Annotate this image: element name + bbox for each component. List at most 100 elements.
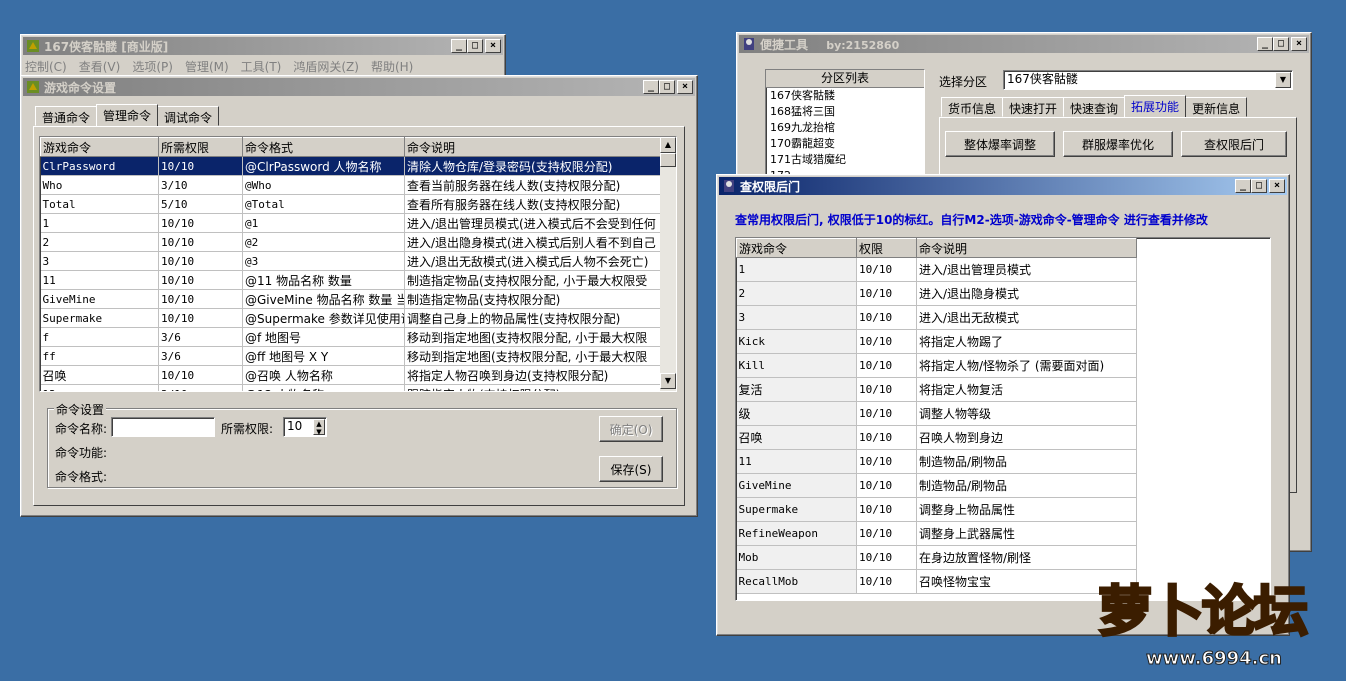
list-item[interactable]: 167侠客骷髅 [766, 88, 924, 104]
minimize-icon[interactable]: _ [643, 80, 659, 94]
check-permission-backdoor-button[interactable]: 查权限后门 [1181, 131, 1287, 157]
group-droprate-button[interactable]: 群服爆率优化 [1063, 131, 1173, 157]
table-row[interactable]: 11 10/10 制造物品/刷物品 [736, 449, 1137, 474]
table-row[interactable]: GiveMine 10/10 @GiveMine 物品名称 数量 当前 制造指定物品(… [40, 289, 661, 309]
table-row[interactable]: RecallMob 10/10 召唤怪物宝宝 [736, 569, 1137, 594]
table-row[interactable]: GiveMine 10/10 制造物品/刷物品 [736, 473, 1137, 498]
tab-admin-commands[interactable]: 管理命令 [96, 104, 159, 126]
table-row[interactable]: Kill 10/10 将指定人物/怪物杀了 (需要面对面) [736, 353, 1137, 378]
table-row[interactable]: Total 5/10 @Total 查看所有服务器在线人数(支持权限分配) [40, 194, 661, 214]
forum-logo: 萝卜论坛 www.6994.cn [1097, 579, 1328, 678]
list-item[interactable]: 169九龙抬棺 [766, 120, 924, 136]
close-icon[interactable]: × [1291, 37, 1307, 51]
table-row[interactable]: RefineWeapon 10/10 调整身上武器属性 [736, 521, 1137, 546]
table-row[interactable]: ff 3/6 @ff 地图号 X Y 移动到指定地图(支持权限分配, 小于最大权限 [40, 346, 661, 366]
tab-quick-query[interactable]: 快速查询 [1063, 97, 1126, 117]
table-row[interactable]: f 3/6 @f 地图号 移动到指定地图(支持权限分配, 小于最大权限 [40, 327, 661, 347]
tool-window-titlebar[interactable]: 便捷工具 by:2152860 _ □ × [739, 35, 1309, 53]
region-listbox[interactable]: 分区列表 167侠客骷髅 168猛将三国 169九龙抬棺 170霸龍超变 171古域猎魔… [765, 69, 925, 179]
minimize-icon[interactable]: _ [1257, 37, 1273, 51]
ok-button[interactable]: 确定(O) [599, 416, 663, 442]
cell-description: 制造物品/刷物品 [916, 449, 1137, 474]
col-header-description[interactable]: 命令说明 [916, 238, 1137, 258]
tab-extensions[interactable]: 拓展功能 [1124, 95, 1187, 117]
table-row[interactable]: 2 10/10 进入/退出隐身模式 [736, 281, 1137, 306]
cell-format: @f 地图号 [242, 327, 405, 347]
table-row[interactable]: 1 10/10 @1 进入/退出管理员模式(进入模式后不会受到任何 [40, 213, 661, 233]
cell-command: 召唤 [40, 365, 159, 385]
spinner-arrows-icon[interactable]: ▲ ▼ [313, 419, 325, 436]
cell-command: Supermake [736, 497, 857, 522]
table-row[interactable]: Mob 10/10 在身边放置怪物/刷怪 [736, 545, 1137, 570]
col-header-permission[interactable]: 权限 [856, 238, 917, 258]
menu-view[interactable]: 查看(V) [79, 58, 121, 75]
cell-permission: 10/10 [856, 425, 917, 450]
menu-help[interactable]: 帮助(H) [371, 58, 413, 75]
command-name-input[interactable] [111, 417, 215, 437]
list-item[interactable]: 168猛将三国 [766, 104, 924, 120]
overall-droprate-button[interactable]: 整体爆率调整 [945, 131, 1055, 157]
menu-gateway[interactable]: 鸿盾网关(Z) [293, 58, 359, 75]
tab-normal-commands[interactable]: 普通命令 [35, 106, 98, 126]
scroll-up-icon[interactable]: ▲ [660, 137, 676, 153]
table-row[interactable]: 级 10/10 调整人物等级 [736, 401, 1137, 426]
table-row[interactable]: 3 10/10 @3 进入/退出无敌模式(进入模式后人物不会死亡) [40, 251, 661, 271]
table-row[interactable]: 3 10/10 进入/退出无敌模式 [736, 305, 1137, 330]
menu-tools[interactable]: 工具(T) [241, 58, 282, 75]
table-row[interactable]: 11 10/10 @11 物品名称 数量 制造指定物品(支持权限分配, 小于最大权限受 [40, 270, 661, 290]
main-window-titlebar[interactable]: 167侠客骷髅 [商业版] _ □ × [23, 37, 503, 55]
col-header-command[interactable]: 游戏命令 [736, 238, 857, 258]
tab-currency-info[interactable]: 货币信息 [941, 97, 1004, 117]
table-row[interactable]: Who 3/10 @Who 查看当前服务器在线人数(支持权限分配) [40, 175, 661, 195]
menu-manage[interactable]: 管理(M) [185, 58, 229, 75]
scroll-thumb[interactable] [660, 153, 676, 167]
table-row[interactable]: Kick 10/10 将指定人物踢了 [736, 329, 1137, 354]
save-button[interactable]: 保存(S) [599, 456, 663, 482]
tab-quick-open[interactable]: 快速打开 [1002, 97, 1065, 117]
maximize-icon[interactable]: □ [1251, 179, 1267, 193]
maximize-icon[interactable]: □ [467, 39, 483, 53]
menu-control[interactable]: 控制(C) [25, 58, 67, 75]
tab-update-info[interactable]: 更新信息 [1185, 97, 1248, 117]
command-name-label: 命令名称: [55, 422, 108, 436]
command-table-container: 游戏命令 所需权限 命令格式 命令说明 ClrPassword 10/10 @Clr… [39, 136, 677, 392]
close-icon[interactable]: × [677, 80, 693, 94]
permission-value: 10 [287, 419, 303, 433]
menu-options[interactable]: 选项(P) [132, 58, 173, 75]
col-header-format[interactable]: 命令格式 [242, 137, 405, 157]
list-item[interactable]: 171古域猎魔纪 [766, 152, 924, 168]
cell-format: @Who [242, 175, 405, 195]
col-header-permission[interactable]: 所需权限 [158, 137, 243, 157]
minimize-icon[interactable]: _ [1235, 179, 1251, 193]
table-scrollbar[interactable]: ▲ ▼ [660, 137, 676, 391]
table-row[interactable]: 召唤 10/10 召唤人物到身边 [736, 425, 1137, 450]
chevron-down-icon[interactable]: ▼ [1275, 72, 1291, 88]
permission-spinner[interactable]: 10 ▲ ▼ [283, 417, 327, 437]
col-header-description[interactable]: 命令说明 [404, 137, 661, 157]
table-row[interactable]: Supermake10/10@Supermake 参数详见使用说明调整自己身上的… [40, 308, 661, 328]
close-icon[interactable]: × [485, 39, 501, 53]
table-row[interactable]: ClrPassword 10/10 @ClrPassword 人物名称 清除人物仓库/… [40, 156, 661, 176]
table-row[interactable]: 2 10/10 @2 进入/退出隐身模式(进入模式后别人看不到自己 [40, 232, 661, 252]
cell-permission: 10/10 [856, 377, 917, 402]
region-list-header: 分区列表 [766, 70, 924, 88]
tab-debug-commands[interactable]: 调试命令 [157, 106, 220, 126]
table-row[interactable]: Supermake 10/10 调整身上物品属性 [736, 497, 1137, 522]
maximize-icon[interactable]: □ [1273, 37, 1289, 51]
minimize-icon[interactable]: _ [451, 39, 467, 53]
region-select[interactable]: 167侠客骷髅 ▼ [1003, 70, 1293, 90]
close-icon[interactable]: × [1269, 179, 1285, 193]
perm-window-titlebar[interactable]: 查权限后门 _ □ × [719, 177, 1287, 195]
cmd-window-titlebar[interactable]: 游戏命令设置 _ □ × [23, 78, 695, 96]
scroll-down-icon[interactable]: ▼ [660, 373, 676, 389]
table-row[interactable]: 123/10@12 人物名称跟踪指定人物(支持权限分配) [40, 384, 661, 391]
list-item[interactable]: 170霸龍超变 [766, 136, 924, 152]
cell-command: RefineWeapon [736, 521, 857, 546]
table-row[interactable]: 召唤 10/10 @召唤 人物名称 将指定人物召唤到身边(支持权限分配) [40, 365, 661, 385]
cell-description: 调整自己身上的物品属性(支持权限分配) [404, 308, 661, 328]
maximize-icon[interactable]: □ [659, 80, 675, 94]
table-row[interactable]: 1 10/10 进入/退出管理员模式 [736, 257, 1137, 282]
cell-command: 1 [40, 213, 159, 233]
col-header-command[interactable]: 游戏命令 [40, 137, 159, 157]
table-row[interactable]: 复活 10/10 将指定人物复活 [736, 377, 1137, 402]
